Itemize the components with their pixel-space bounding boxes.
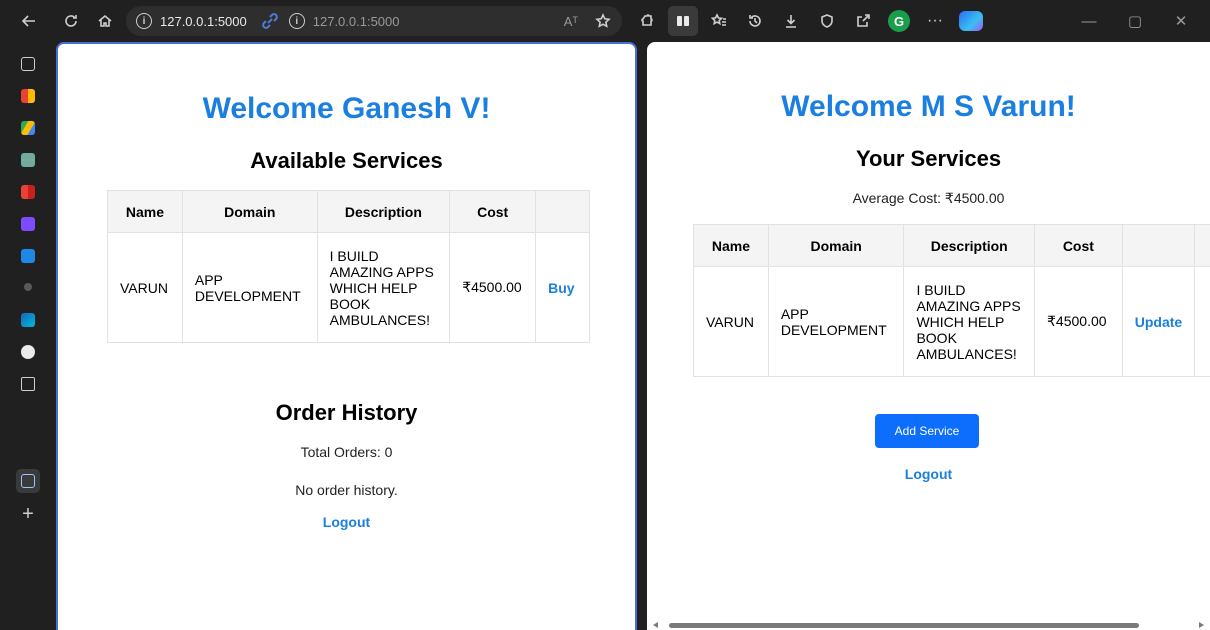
- read-aloud-icon[interactable]: Aᵀ: [564, 14, 578, 29]
- page-title: Welcome M S Varun!: [781, 90, 1076, 123]
- more-icon[interactable]: ···: [920, 6, 950, 36]
- services-heading: Your Services: [855, 146, 1002, 171]
- col-header: Description: [316, 190, 451, 233]
- extension-g-icon[interactable]: G: [884, 6, 914, 36]
- close-icon[interactable]: ✕: [1158, 12, 1204, 30]
- total-orders: Total Orders: 0: [300, 444, 393, 460]
- drive-icon[interactable]: [21, 121, 35, 135]
- split-screen-icon[interactable]: [668, 6, 698, 36]
- col-header-extra: [1194, 224, 1210, 267]
- cell-name: VARUN: [107, 232, 183, 343]
- terminal-icon[interactable]: [21, 474, 35, 488]
- update-link[interactable]: Update: [1121, 266, 1196, 377]
- add-service-button[interactable]: Add Service: [875, 414, 979, 448]
- downloads-icon[interactable]: [776, 6, 806, 36]
- scroll-right-icon[interactable]: [1199, 622, 1204, 628]
- col-header: Cost: [1034, 224, 1123, 267]
- table-row: VARUN APP DEVELOPMENT I BUILD AMAZING AP…: [107, 232, 590, 343]
- dot-icon[interactable]: [24, 283, 32, 291]
- favorite-icon[interactable]: [594, 6, 612, 36]
- table-header-row: Name Domain Description Cost: [693, 224, 1210, 267]
- cell-domain: APP DEVELOPMENT: [181, 232, 318, 343]
- file-icon[interactable]: [21, 377, 35, 391]
- buy-link[interactable]: Buy: [535, 232, 590, 343]
- back-icon[interactable]: [14, 6, 44, 36]
- favorites-icon[interactable]: [704, 6, 734, 36]
- url-secondary[interactable]: 127.0.0.1:5000: [313, 14, 400, 29]
- right-pane: Welcome M S Varun! Your Services Average…: [647, 42, 1210, 630]
- github-icon[interactable]: [21, 345, 35, 359]
- split-link-icon[interactable]: [259, 10, 281, 32]
- gmail-icon-2[interactable]: [21, 185, 35, 199]
- cell-name: VARUN: [693, 266, 769, 377]
- browser-toolbar: i 127.0.0.1:5000 i 127.0.0.1:5000 Aᵀ G ·…: [0, 0, 1210, 42]
- logout-link[interactable]: Logout: [647, 466, 1210, 482]
- col-header: Name: [107, 190, 183, 233]
- table-header-row: Name Domain Description Cost: [107, 190, 590, 233]
- cell-domain: APP DEVELOPMENT: [767, 266, 905, 377]
- col-header: Domain: [181, 190, 318, 233]
- order-history-heading: Order History: [275, 400, 418, 425]
- col-header: [535, 190, 590, 233]
- average-cost: Average Cost: ₹4500.00: [852, 190, 1005, 206]
- left-pane: Welcome Ganesh V! Available Services Nam…: [56, 42, 637, 630]
- restore-icon[interactable]: ▢: [1112, 12, 1158, 30]
- scrollbar-thumb[interactable]: [669, 623, 1139, 628]
- add-icon[interactable]: +: [20, 504, 36, 524]
- browser-sidebar: +: [0, 42, 56, 630]
- page-title: Welcome Ganesh V!: [202, 92, 491, 125]
- col-header: Cost: [449, 190, 537, 233]
- info-icon-secondary[interactable]: i: [288, 13, 305, 29]
- cell-extra: [1194, 266, 1210, 377]
- tab-actions-icon[interactable]: [21, 57, 35, 71]
- col-header: Description: [903, 224, 1036, 267]
- no-order-history: No order history.: [295, 482, 398, 498]
- scroll-left-icon[interactable]: [653, 622, 658, 628]
- cell-description: I BUILD AMAZING APPS WHICH HELP BOOK AMB…: [316, 232, 451, 343]
- cell-cost: ₹4500.00: [1034, 266, 1123, 377]
- services-table: Name Domain Description Cost VARUN APP D…: [107, 190, 590, 343]
- logout-link[interactable]: Logout: [58, 514, 635, 530]
- copilot-icon[interactable]: [956, 6, 986, 36]
- address-bar[interactable]: i 127.0.0.1:5000 i 127.0.0.1:5000 Aᵀ: [126, 6, 622, 36]
- gmail-icon[interactable]: [21, 89, 35, 103]
- table-row: VARUN APP DEVELOPMENT I BUILD AMAZING AP…: [693, 266, 1210, 377]
- notes-icon[interactable]: [21, 217, 35, 231]
- url-primary[interactable]: 127.0.0.1:5000: [160, 14, 247, 29]
- app-icon[interactable]: [21, 313, 35, 327]
- services-heading: Available Services: [250, 148, 443, 173]
- refresh-icon[interactable]: [56, 6, 86, 36]
- outlook-icon[interactable]: [21, 249, 35, 263]
- horizontal-scrollbar[interactable]: [647, 620, 1210, 630]
- cell-cost: ₹4500.00: [449, 232, 537, 343]
- share-icon[interactable]: [848, 6, 878, 36]
- home-icon[interactable]: [90, 6, 120, 36]
- browser-essentials-icon[interactable]: [812, 6, 842, 36]
- col-header: Name: [693, 224, 769, 267]
- minimize-icon[interactable]: —: [1066, 13, 1112, 30]
- cell-description: I BUILD AMAZING APPS WHICH HELP BOOK AMB…: [903, 266, 1036, 377]
- services-table: Name Domain Description Cost VARUN APP D…: [693, 224, 1210, 377]
- chatgpt-icon[interactable]: [21, 153, 35, 167]
- history-icon[interactable]: [740, 6, 770, 36]
- extensions-icon[interactable]: [632, 6, 662, 36]
- col-header: [1121, 224, 1196, 267]
- info-icon[interactable]: i: [136, 13, 152, 29]
- col-header: Domain: [767, 224, 905, 267]
